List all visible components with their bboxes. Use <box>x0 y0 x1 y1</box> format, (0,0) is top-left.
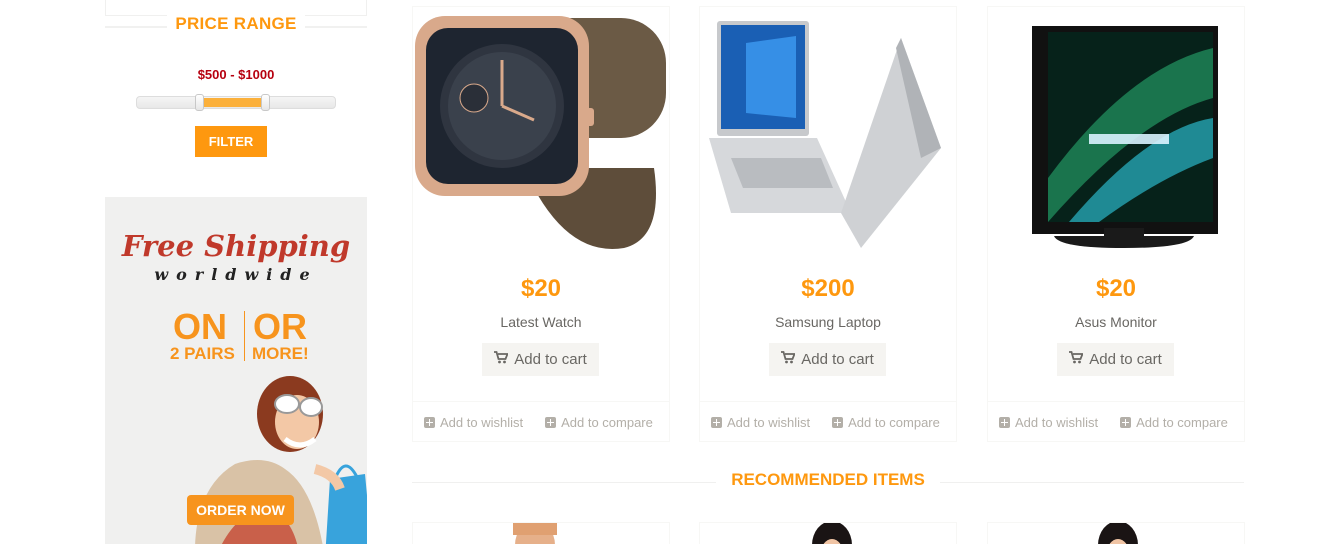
promo-title: Free Shipping <box>121 229 351 263</box>
compare-label: Add to compare <box>848 414 940 430</box>
order-now-button[interactable]: ORDER NOW <box>187 495 294 525</box>
product-image-monitor[interactable] <box>989 8 1243 258</box>
add-to-cart-label: Add to cart <box>1089 351 1162 368</box>
shopping-cart-icon <box>781 351 797 368</box>
wishlist-label: Add to wishlist <box>1015 414 1099 430</box>
product-card-footer: Add to wishlist Add to compare <box>413 401 669 442</box>
shopping-cart-icon <box>1069 351 1085 368</box>
product-card: $200 Samsung Laptop Add to cart Add to w… <box>699 6 957 442</box>
compare-label: Add to compare <box>561 414 653 430</box>
plus-square-icon <box>545 416 557 428</box>
recommended-card[interactable] <box>699 522 957 544</box>
price-range-title: PRICE RANGE <box>167 14 305 33</box>
product-card: $20 Asus Monitor Add to cart Add to wish… <box>987 6 1245 442</box>
product-card: $20 Latest Watch Add to cart Add to wish… <box>412 6 670 442</box>
add-to-wishlist-link[interactable]: Add to wishlist <box>711 415 810 430</box>
product-price: $20 <box>1095 275 1137 302</box>
recommended-card[interactable] <box>412 522 670 544</box>
add-to-cart-label: Add to cart <box>514 351 587 368</box>
plus-square-icon <box>424 416 435 428</box>
add-to-cart-button[interactable]: Add to cart <box>1057 343 1174 376</box>
product-image-laptop[interactable] <box>701 8 955 258</box>
add-to-compare-link[interactable]: Add to compare <box>832 415 940 430</box>
recommended-product-image <box>1098 523 1138 544</box>
promo-divider <box>244 311 245 361</box>
add-to-cart-label: Add to cart <box>801 351 874 368</box>
add-to-compare-link[interactable]: Add to compare <box>1120 415 1228 430</box>
wishlist-label: Add to wishlist <box>440 414 524 430</box>
recommended-card[interactable] <box>987 522 1245 544</box>
plus-square-icon <box>1120 416 1132 428</box>
promo-or: OR <box>253 306 307 347</box>
add-to-cart-button[interactable]: Add to cart <box>769 343 886 376</box>
promo-on: ON <box>173 306 227 347</box>
free-shipping-banner[interactable]: Free Shipping worldwide ON OR 2 PAIRS MO… <box>105 197 367 544</box>
price-range-heading: PRICE RANGE <box>105 14 367 36</box>
product-image-watch[interactable] <box>414 8 668 258</box>
recommended-heading: RECOMMENDED ITEMS <box>412 470 1244 492</box>
product-name[interactable]: Latest Watch <box>413 314 669 330</box>
add-to-wishlist-link[interactable]: Add to wishlist <box>999 415 1098 430</box>
compare-label: Add to compare <box>1136 414 1228 430</box>
add-to-compare-link[interactable]: Add to compare <box>545 415 653 430</box>
slider-min-handle[interactable] <box>195 94 204 111</box>
recommended-product-image <box>513 523 557 544</box>
recommended-product-image <box>812 523 852 544</box>
product-price: $20 <box>520 275 562 302</box>
price-range-value: $500 - $1000 <box>197 67 275 82</box>
slider-selection <box>200 98 266 107</box>
product-card-footer: Add to wishlist Add to compare <box>988 401 1244 442</box>
plus-square-icon <box>832 416 844 428</box>
plus-square-icon <box>711 416 722 428</box>
add-to-wishlist-link[interactable]: Add to wishlist <box>424 415 523 430</box>
price-range-slider[interactable] <box>136 94 336 111</box>
recommended-title: RECOMMENDED ITEMS <box>716 470 940 489</box>
promo-subtitle: worldwide <box>154 265 318 284</box>
shopping-cart-icon <box>494 351 510 368</box>
add-to-cart-button[interactable]: Add to cart <box>482 343 599 376</box>
product-name[interactable]: Asus Monitor <box>988 314 1244 330</box>
product-price: $200 <box>801 275 855 302</box>
plus-square-icon <box>999 416 1010 428</box>
wishlist-label: Add to wishlist <box>727 414 811 430</box>
product-name[interactable]: Samsung Laptop <box>700 314 956 330</box>
product-card-footer: Add to wishlist Add to compare <box>700 401 956 442</box>
slider-max-handle[interactable] <box>261 94 270 111</box>
filter-button[interactable]: FILTER <box>195 126 267 157</box>
